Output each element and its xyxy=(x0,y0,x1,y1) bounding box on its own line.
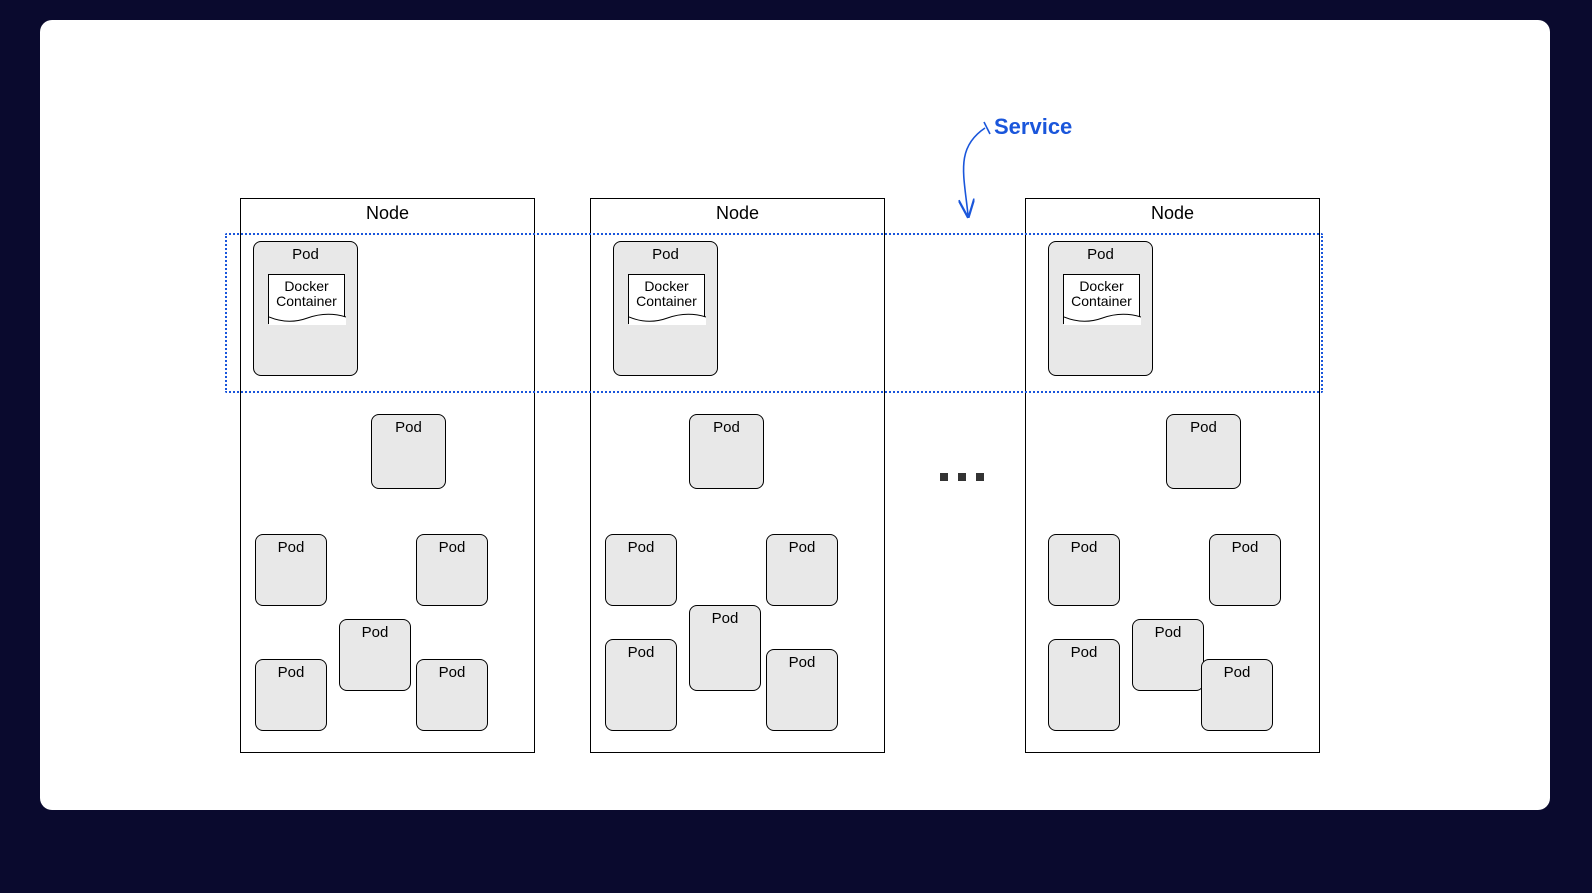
pod-label: Pod xyxy=(256,535,326,556)
diagram-canvas: NodePodDockerContainer PodPodPodPodPodPo… xyxy=(40,20,1550,810)
pod-label: Pod xyxy=(1133,620,1203,641)
node-title: Node xyxy=(1026,199,1319,228)
docker-container: DockerContainer xyxy=(1063,274,1140,324)
pod: Pod xyxy=(1166,414,1241,489)
pod-label: Pod xyxy=(256,660,326,681)
pod: Pod xyxy=(766,534,838,606)
pod: Pod xyxy=(1048,534,1120,606)
pod: Pod xyxy=(339,619,411,691)
node-title: Node xyxy=(241,199,534,228)
service-pod: Pod DockerContainer xyxy=(1048,241,1153,376)
pod: Pod xyxy=(416,534,488,606)
pod: Pod xyxy=(255,534,327,606)
pod-label: Pod xyxy=(340,620,410,641)
docker-container: DockerContainer xyxy=(628,274,705,324)
pod-label: Pod xyxy=(1210,535,1280,556)
pod-label: Pod xyxy=(690,415,763,436)
pod: Pod xyxy=(605,534,677,606)
docker-container: DockerContainer xyxy=(268,274,345,324)
pod: Pod xyxy=(1132,619,1204,691)
node-box-2: NodePodDockerContainer PodPodPodPodPodPo… xyxy=(1025,198,1320,753)
pod-label: Pod xyxy=(1049,242,1152,263)
pod-label: Pod xyxy=(690,606,760,627)
pod: Pod xyxy=(416,659,488,731)
pod: Pod xyxy=(766,649,838,731)
pod: Pod xyxy=(689,414,764,489)
pod: Pod xyxy=(1048,639,1120,731)
pod-label: Pod xyxy=(1202,660,1272,681)
pod: Pod xyxy=(1201,659,1273,731)
service-pod: Pod DockerContainer xyxy=(253,241,358,376)
node-box-0: NodePodDockerContainer PodPodPodPodPodPo… xyxy=(240,198,535,753)
pod-label: Pod xyxy=(767,535,837,556)
pod: Pod xyxy=(255,659,327,731)
pod: Pod xyxy=(1209,534,1281,606)
pod-label: Pod xyxy=(417,535,487,556)
node-box-1: NodePodDockerContainer PodPodPodPodPodPo… xyxy=(590,198,885,753)
service-pod: Pod DockerContainer xyxy=(613,241,718,376)
pod-label: Pod xyxy=(254,242,357,263)
pod-label: Pod xyxy=(767,650,837,671)
pod-label: Pod xyxy=(606,640,676,661)
pod-label: Pod xyxy=(1167,415,1240,436)
service-label: Service xyxy=(994,114,1072,140)
pod-label: Pod xyxy=(614,242,717,263)
pod: Pod xyxy=(371,414,446,489)
pod: Pod xyxy=(605,639,677,731)
pod-label: Pod xyxy=(1049,535,1119,556)
ellipsis-icon xyxy=(940,473,984,481)
pod-label: Pod xyxy=(372,415,445,436)
pod-label: Pod xyxy=(606,535,676,556)
pod: Pod xyxy=(689,605,761,691)
pod-label: Pod xyxy=(417,660,487,681)
node-title: Node xyxy=(591,199,884,228)
pod-label: Pod xyxy=(1049,640,1119,661)
